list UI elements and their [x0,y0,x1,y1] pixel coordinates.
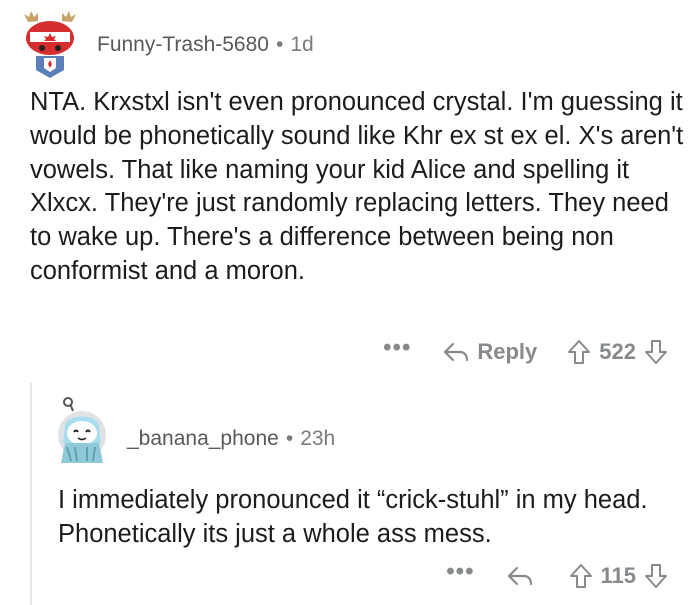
upvote-arrow-icon[interactable] [569,563,593,589]
vote-controls: 522 [567,339,668,365]
reply-button[interactable]: Reply [443,339,537,365]
comment-body: I immediately pronounced it “crick-stuhl… [58,486,648,548]
snoo-avatar-icon [58,397,106,463]
comment-age: 23h [300,427,336,450]
reply-arrow-icon [444,342,469,362]
downvote-arrow-icon[interactable] [644,563,668,589]
avatar[interactable] [14,8,86,80]
more-options-button[interactable]: ••• [383,336,411,360]
comment-age: 1d [290,33,314,56]
vote-score: 115 [600,563,637,588]
comment-meta: Funny-Trash-5680 • 1d [97,33,314,57]
username[interactable]: Funny-Trash-5680 [97,33,269,56]
username[interactable]: _banana_phone [127,427,279,450]
more-options-button[interactable]: ••• [446,560,474,584]
comment-actions: ••• Reply 522 [383,335,668,369]
downvote-arrow-icon[interactable] [644,339,668,365]
moose-avatar-icon [24,11,76,78]
upvote-arrow-icon[interactable] [567,339,591,365]
thread-line[interactable] [30,383,32,605]
vote-score: 522 [599,339,636,364]
reply-button[interactable] [507,565,533,587]
separator-dot: • [285,427,294,450]
comment-actions: ••• 115 [446,559,668,593]
avatar[interactable] [51,397,113,467]
vote-controls: 115 [569,563,669,589]
reply-arrow-icon [507,566,532,586]
separator-dot: • [275,33,284,56]
comment-body: NTA. Krxstxl isn't even pronounced cryst… [30,88,684,285]
comment-meta: _banana_phone • 23h [127,427,335,451]
reply-label: Reply [477,339,538,364]
